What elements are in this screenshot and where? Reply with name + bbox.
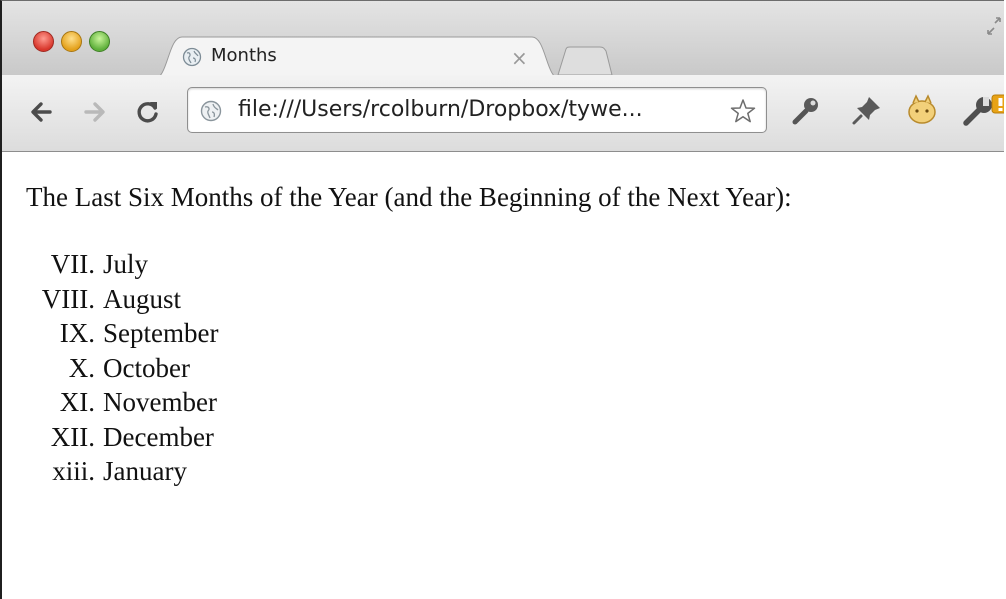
page-content: The Last Six Months of the Year (and the… <box>2 152 1004 599</box>
close-window-button[interactable] <box>33 31 54 52</box>
list-marker: VIII. <box>41 283 95 314</box>
list-item-label: September <box>103 318 219 348</box>
globe-icon <box>200 100 222 122</box>
list-marker: X. <box>68 352 95 383</box>
address-bar[interactable]: file:///Users/rcolburn/Dropbox/tywe... <box>187 87 767 133</box>
list-marker: XI. <box>59 387 95 417</box>
list-item-label: October <box>103 352 190 383</box>
extension-icon[interactable] <box>904 93 940 127</box>
new-tab-button[interactable] <box>556 45 614 77</box>
browser-toolbar: file:///Users/rcolburn/Dropbox/tywe... <box>2 75 1004 152</box>
list-item-label: December <box>103 421 214 452</box>
wrench-key-icon[interactable] <box>789 93 823 127</box>
tab-title: Months <box>211 45 277 66</box>
star-icon[interactable] <box>730 98 756 124</box>
fullscreen-icon[interactable] <box>985 15 1003 37</box>
globe-icon <box>182 47 202 67</box>
back-arrow-icon[interactable] <box>28 99 54 125</box>
page-heading: The Last Six Months of the Year (and the… <box>26 182 792 212</box>
browser-window: Months × file:///Users/rcolburn/Dropbox/… <box>0 0 1004 599</box>
forward-arrow-icon[interactable] <box>82 99 108 125</box>
address-text: file:///Users/rcolburn/Dropbox/tywe... <box>238 97 643 122</box>
list-marker: IX. <box>59 318 95 348</box>
zoom-window-button[interactable] <box>89 31 110 52</box>
list-marker: XII. <box>50 421 95 452</box>
title-bar: Months × <box>2 1 1004 79</box>
wrench-icon[interactable] <box>960 93 1004 129</box>
pin-icon[interactable] <box>850 93 884 127</box>
list-marker: VII. <box>50 249 95 279</box>
tab-months[interactable]: Months × <box>154 35 560 79</box>
minimize-window-button[interactable] <box>61 31 82 52</box>
reload-icon[interactable] <box>135 99 161 125</box>
list-item-label: November <box>103 387 217 417</box>
list-marker: xiii. <box>52 456 95 486</box>
list-item-label: July <box>103 249 149 279</box>
list-item-label: August <box>103 283 182 314</box>
close-icon[interactable]: × <box>511 46 528 70</box>
list-item-label: January <box>103 456 187 486</box>
